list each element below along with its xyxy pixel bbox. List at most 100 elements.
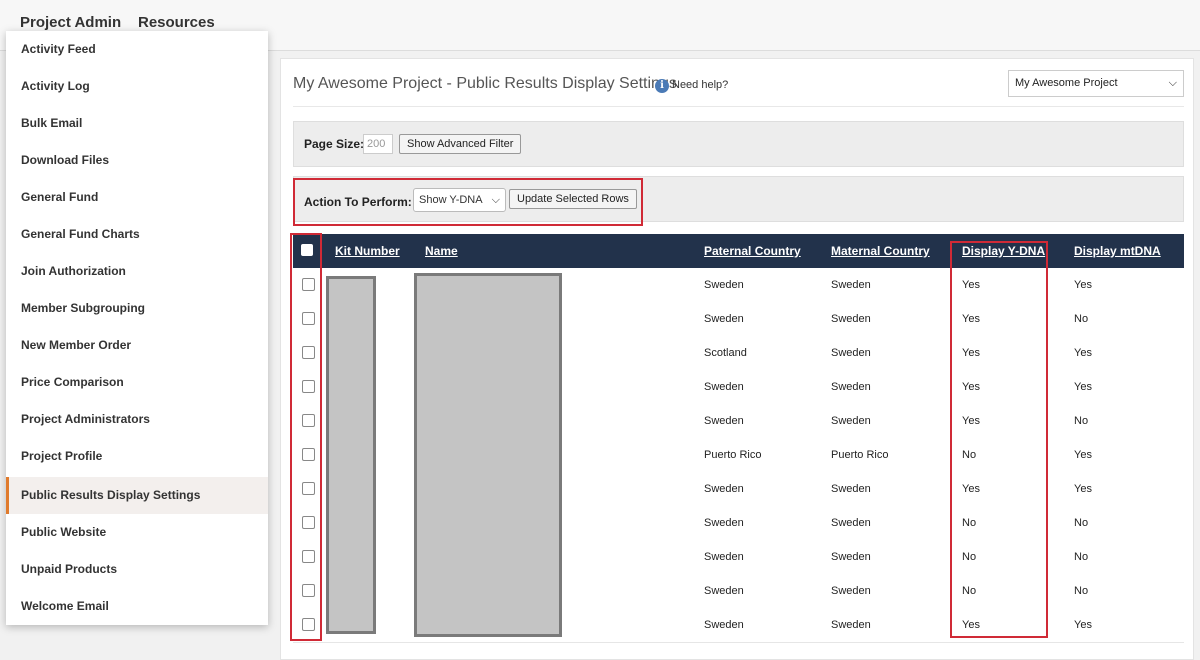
cell-ydna: Yes	[962, 381, 980, 393]
cell-mtdna: Yes	[1074, 619, 1092, 631]
menu-item-activity-feed[interactable]: Activity Feed	[6, 31, 268, 68]
need-help-link[interactable]: Need help?	[672, 79, 728, 91]
cell-mtdna: No	[1074, 313, 1089, 325]
row-checkbox[interactable]	[302, 346, 315, 359]
cell-maternal: Sweden	[831, 585, 871, 597]
info-icon[interactable]: i	[655, 79, 669, 93]
cell-maternal: Sweden	[831, 517, 871, 529]
row-checkbox[interactable]	[302, 584, 315, 597]
cell-maternal: Sweden	[831, 415, 871, 427]
cell-paternal: Sweden	[704, 415, 744, 427]
table-header: Kit Number Name Paternal Country Materna…	[293, 234, 1184, 268]
cell-ydna: No	[962, 551, 977, 563]
cell-paternal: Sweden	[704, 585, 744, 597]
show-advanced-filter-button[interactable]: Show Advanced Filter	[399, 134, 522, 154]
project-admin-dropdown-menu: Activity Feed Activity Log Bulk Email Downl…	[6, 31, 268, 625]
menu-item-new-member-order[interactable]: New Member Order	[6, 327, 268, 364]
cell-mtdna: No	[1074, 415, 1089, 427]
nav-resources[interactable]: Resources	[138, 14, 215, 31]
cell-mtdna: Yes	[1074, 279, 1092, 291]
page-size-bar: Page Size: 200 Show Advanced Filter	[293, 121, 1184, 167]
cell-paternal: Sweden	[704, 381, 744, 393]
cell-maternal: Sweden	[831, 381, 871, 393]
redacted-names	[414, 273, 562, 637]
cell-mtdna: Yes	[1074, 449, 1092, 461]
divider	[293, 106, 1184, 107]
menu-item-welcome-email[interactable]: Welcome Email	[6, 588, 268, 625]
cell-maternal: Sweden	[831, 313, 871, 325]
update-selected-rows-button[interactable]: Update Selected Rows	[509, 189, 637, 209]
nav-project-admin[interactable]: Project Admin	[20, 14, 121, 31]
row-checkbox[interactable]	[302, 312, 315, 325]
row-checkbox[interactable]	[302, 414, 315, 427]
cell-ydna: No	[962, 517, 977, 529]
row-checkbox[interactable]	[302, 618, 315, 631]
column-display-mtdna[interactable]: Display mtDNA	[1074, 244, 1161, 258]
cell-mtdna: No	[1074, 551, 1089, 563]
cell-paternal: Sweden	[704, 517, 744, 529]
column-name[interactable]: Name	[425, 244, 458, 258]
cell-paternal: Sweden	[704, 551, 744, 563]
cell-paternal: Puerto Rico	[704, 449, 762, 461]
cell-ydna: Yes	[962, 279, 980, 291]
row-checkbox[interactable]	[302, 516, 315, 529]
menu-item-member-subgrouping[interactable]: Member Subgrouping	[6, 290, 268, 327]
menu-item-unpaid-products[interactable]: Unpaid Products	[6, 551, 268, 588]
column-kit-number[interactable]: Kit Number	[335, 244, 400, 258]
row-checkbox[interactable]	[302, 482, 315, 495]
menu-item-general-fund[interactable]: General Fund	[6, 179, 268, 216]
chevron-down-icon: ⌵	[491, 194, 500, 206]
menu-item-join-authorization[interactable]: Join Authorization	[6, 253, 268, 290]
menu-item-project-administrators[interactable]: Project Administrators	[6, 401, 268, 438]
cell-maternal: Sweden	[831, 619, 871, 631]
cell-mtdna: Yes	[1074, 483, 1092, 495]
row-checkbox[interactable]	[302, 380, 315, 393]
column-display-ydna[interactable]: Display Y-DNA	[962, 244, 1045, 258]
cell-ydna: Yes	[962, 313, 980, 325]
cell-maternal: Sweden	[831, 279, 871, 291]
project-select[interactable]: My Awesome Project ⌵	[1008, 70, 1184, 97]
chevron-down-icon: ⌵	[1168, 77, 1177, 89]
cell-mtdna: Yes	[1074, 347, 1092, 359]
menu-item-activity-log[interactable]: Activity Log	[6, 68, 268, 105]
project-select-value: My Awesome Project	[1015, 77, 1118, 89]
cell-maternal: Puerto Rico	[831, 449, 889, 461]
page-title: My Awesome Project - Public Results Disp…	[293, 75, 677, 92]
row-checkbox[interactable]	[302, 278, 315, 291]
menu-item-project-profile[interactable]: Project Profile	[6, 438, 268, 475]
page-size-label: Page Size:	[304, 137, 365, 151]
cell-ydna: Yes	[962, 619, 980, 631]
column-paternal-country[interactable]: Paternal Country	[704, 244, 801, 258]
cell-paternal: Sweden	[704, 619, 744, 631]
row-checkbox[interactable]	[302, 448, 315, 461]
cell-paternal: Sweden	[704, 313, 744, 325]
cell-paternal: Scotland	[704, 347, 747, 359]
cell-mtdna: No	[1074, 585, 1089, 597]
select-all-checkbox[interactable]	[301, 244, 313, 256]
menu-item-price-comparison[interactable]: Price Comparison	[6, 364, 268, 401]
menu-item-bulk-email[interactable]: Bulk Email	[6, 105, 268, 142]
action-bar: Action To Perform: Show Y-DNA ⌵ Update S…	[293, 176, 1184, 222]
row-checkbox[interactable]	[302, 550, 315, 563]
action-select[interactable]: Show Y-DNA ⌵	[413, 188, 506, 212]
cell-ydna: No	[962, 449, 977, 461]
menu-item-download-files[interactable]: Download Files	[6, 142, 268, 179]
cell-ydna: Yes	[962, 347, 980, 359]
cell-maternal: Sweden	[831, 551, 871, 563]
cell-paternal: Sweden	[704, 279, 744, 291]
cell-ydna: No	[962, 585, 977, 597]
menu-item-general-fund-charts[interactable]: General Fund Charts	[6, 216, 268, 253]
cell-mtdna: No	[1074, 517, 1089, 529]
cell-paternal: Sweden	[704, 483, 744, 495]
main-panel: My Awesome Project - Public Results Disp…	[280, 58, 1194, 660]
menu-item-public-website[interactable]: Public Website	[6, 514, 268, 551]
action-label: Action To Perform:	[304, 195, 412, 209]
redacted-kit-numbers	[326, 276, 376, 634]
cell-ydna: Yes	[962, 483, 980, 495]
cell-ydna: Yes	[962, 415, 980, 427]
cell-mtdna: Yes	[1074, 381, 1092, 393]
action-select-value: Show Y-DNA	[419, 194, 483, 206]
page-size-input[interactable]: 200	[363, 134, 393, 154]
column-maternal-country[interactable]: Maternal Country	[831, 244, 930, 258]
menu-item-public-results-display-settings[interactable]: Public Results Display Settings	[6, 477, 268, 514]
